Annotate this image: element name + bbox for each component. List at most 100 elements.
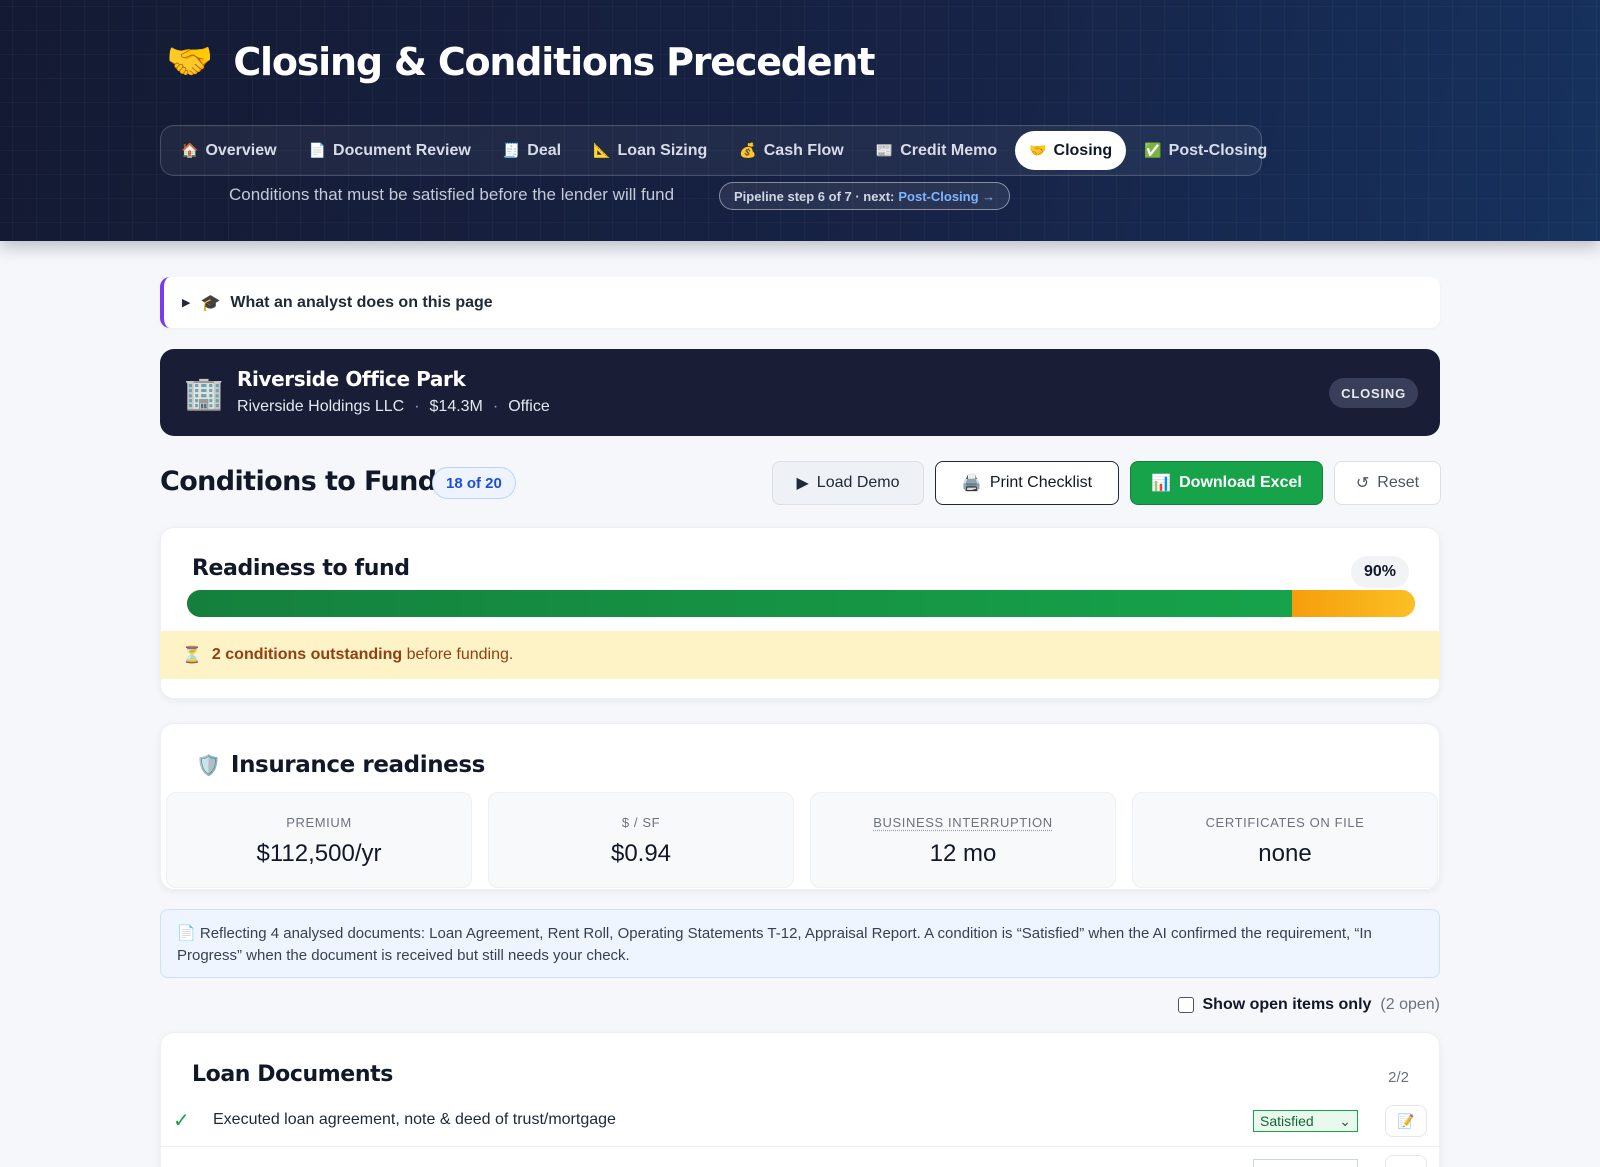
analyst-guide-label: What an analyst does on this page: [230, 293, 493, 311]
outstanding-conditions-alert: ⏳ 2 conditions outstanding before fundin…: [160, 631, 1440, 679]
print-checklist-button[interactable]: 🖨️ Print Checklist: [935, 461, 1119, 505]
pipeline-step-text: Pipeline step 6 of 7 · next:: [734, 188, 895, 204]
tab-label: Credit Memo: [900, 141, 998, 159]
conditions-count-badge: 18 of 20: [432, 467, 516, 499]
progress-fill-outstanding: [1292, 590, 1415, 617]
deal-status-badge: CLOSING: [1329, 378, 1418, 408]
document-icon: 📄: [177, 925, 196, 942]
metric-value: 12 mo: [929, 840, 997, 867]
house-icon: 🏠: [181, 142, 199, 158]
attach-document-button[interactable]: [1385, 1155, 1427, 1167]
status-select-value: Satisfied: [1260, 1113, 1314, 1129]
metric-value: $0.94: [610, 840, 672, 867]
handshake-icon: 🤝: [166, 41, 214, 83]
tab-label: Document Review: [333, 141, 471, 159]
download-excel-label: Download Excel: [1179, 474, 1302, 491]
tab-deal[interactable]: 🧾 Deal: [489, 131, 575, 170]
meta-separator: ·: [492, 398, 499, 415]
insurance-title: Insurance readiness: [230, 752, 485, 778]
reset-button[interactable]: ↺ Reset: [1334, 461, 1441, 505]
open-items-checkbox[interactable]: [1177, 997, 1194, 1013]
reset-icon: ↺: [1355, 475, 1370, 492]
receipt-icon: 🧾: [502, 142, 521, 158]
shield-icon: 🛡️: [196, 754, 221, 777]
deal-summary-card: 🏢 Riverside Office Park Riverside Holdin…: [160, 349, 1440, 436]
tab-label: Overview: [205, 141, 277, 159]
tab-label: Post-Closing: [1168, 141, 1268, 159]
tab-closing[interactable]: 🤝 Closing: [1015, 131, 1127, 170]
section-progress-ratio: 2/2: [1388, 1069, 1409, 1086]
analyst-guide-toggle[interactable]: ▶ 🎓 What an analyst does on this page: [160, 277, 1440, 328]
condition-status-select[interactable]: Satisfied ⌄: [1253, 1110, 1358, 1132]
check-box-icon: ✅: [1144, 142, 1162, 158]
readiness-percent: 90%: [1350, 556, 1409, 588]
analysis-info-note: 📄 Reflecting 4 analysed documents: Loan …: [160, 909, 1440, 978]
document-icon: 📄: [308, 142, 327, 158]
metric-label: CERTIFICATES ON FILE: [1205, 815, 1365, 830]
page-header: 🤝 Closing & Conditions Precedent 🏠 Overvi…: [0, 0, 1600, 241]
open-items-filter[interactable]: Show open items only (2 open): [1177, 996, 1440, 1014]
metric-label-with-tooltip[interactable]: BUSINESS INTERRUPTION: [811, 815, 1115, 830]
metric-label: $ / SF: [621, 815, 661, 830]
deal-borrower: Riverside Holdings LLC: [237, 398, 405, 415]
deal-name: Riverside Office Park: [237, 367, 466, 391]
condition-row-partial: [161, 1147, 1439, 1167]
newspaper-icon: 📰: [875, 142, 894, 158]
page-title: Closing & Conditions Precedent: [233, 40, 875, 84]
deal-property-type: Office: [508, 398, 550, 415]
handshake-icon: 🤝: [1029, 142, 1047, 158]
readiness-title: Readiness to fund: [192, 556, 410, 581]
tab-overview[interactable]: 🏠 Overview: [167, 131, 291, 170]
load-demo-button[interactable]: ▶ Load Demo: [772, 461, 924, 505]
bar-chart-icon: 📊: [1151, 475, 1172, 492]
loan-documents-section: Loan Documents 2/2 ✓ Executed loan agree…: [160, 1032, 1440, 1167]
progress-fill-satisfied: [187, 590, 1293, 617]
metric-tile-premium: PREMIUM $112,500/yr: [166, 792, 472, 888]
condition-status-select[interactable]: [1253, 1159, 1358, 1167]
reset-label: Reset: [1377, 474, 1420, 491]
readiness-progress-bar: [187, 590, 1415, 617]
metric-tile-cost-per-sf: $ / SF $0.94: [488, 792, 794, 888]
printer-icon: 🖨️: [961, 475, 982, 492]
deal-amount: $14.3M: [429, 398, 483, 415]
tab-post-closing[interactable]: ✅ Post-Closing: [1130, 131, 1281, 170]
metric-label: PREMIUM: [286, 815, 352, 830]
pipeline-next-link[interactable]: Post-Closing →: [898, 189, 995, 204]
tab-document-review[interactable]: 📄 Document Review: [295, 131, 485, 170]
metric-value: none: [1258, 840, 1312, 867]
load-demo-label: Load Demo: [816, 474, 900, 491]
deal-meta: Riverside Holdings LLC · $14.3M · Office: [237, 398, 550, 416]
page-title-row: 🤝 Closing & Conditions Precedent: [166, 40, 875, 84]
download-excel-button[interactable]: 📊 Download Excel: [1130, 461, 1323, 505]
hourglass-icon: ⏳: [182, 647, 202, 664]
tab-cash-flow[interactable]: 💰 Cash Flow: [725, 131, 857, 170]
page-subtitle: Conditions that must be satisfied before…: [229, 185, 675, 204]
office-building-icon: 🏢: [184, 375, 224, 411]
checkmark-icon: ✓: [173, 1110, 190, 1132]
insurance-header: 🛡️ Insurance readiness: [196, 752, 485, 778]
graduation-cap-icon: 🎓: [200, 294, 221, 312]
condition-text: Executed loan agreement, note & deed of …: [213, 1111, 616, 1128]
tab-label: Closing: [1053, 141, 1113, 159]
tab-label: Cash Flow: [763, 141, 844, 159]
open-items-label[interactable]: Show open items only: [1203, 996, 1372, 1014]
pipeline-step-badge[interactable]: Pipeline step 6 of 7 · next: Post-Closin…: [719, 182, 1011, 210]
metric-tile-business-interruption: BUSINESS INTERRUPTION 12 mo: [810, 792, 1116, 888]
info-note-text: Reflecting 4 analysed documents: Loan Ag…: [177, 925, 1372, 964]
alert-rest-text: before funding.: [402, 646, 514, 663]
memo-icon: 📝: [1397, 1112, 1415, 1129]
section-title: Loan Documents: [192, 1062, 393, 1087]
ruler-icon: 📐: [593, 142, 611, 158]
chevron-down-icon: ⌄: [1339, 1112, 1351, 1129]
tab-loan-sizing[interactable]: 📐 Loan Sizing: [579, 131, 721, 170]
metric-value: $112,500/yr: [256, 840, 382, 867]
tab-credit-memo[interactable]: 📰 Credit Memo: [862, 131, 1011, 170]
print-checklist-label: Print Checklist: [989, 474, 1093, 491]
money-bag-icon: 💰: [739, 142, 757, 158]
alert-text: 2 conditions outstanding before funding.: [212, 646, 513, 664]
conditions-title: Conditions to Fund: [160, 466, 437, 497]
play-icon: ▶: [796, 475, 809, 492]
attach-document-button[interactable]: 📝: [1385, 1105, 1427, 1137]
pipeline-tabs: 🏠 Overview 📄 Document Review 🧾 Deal 📐 Loan S…: [160, 125, 1267, 176]
tab-label: Deal: [527, 141, 562, 159]
